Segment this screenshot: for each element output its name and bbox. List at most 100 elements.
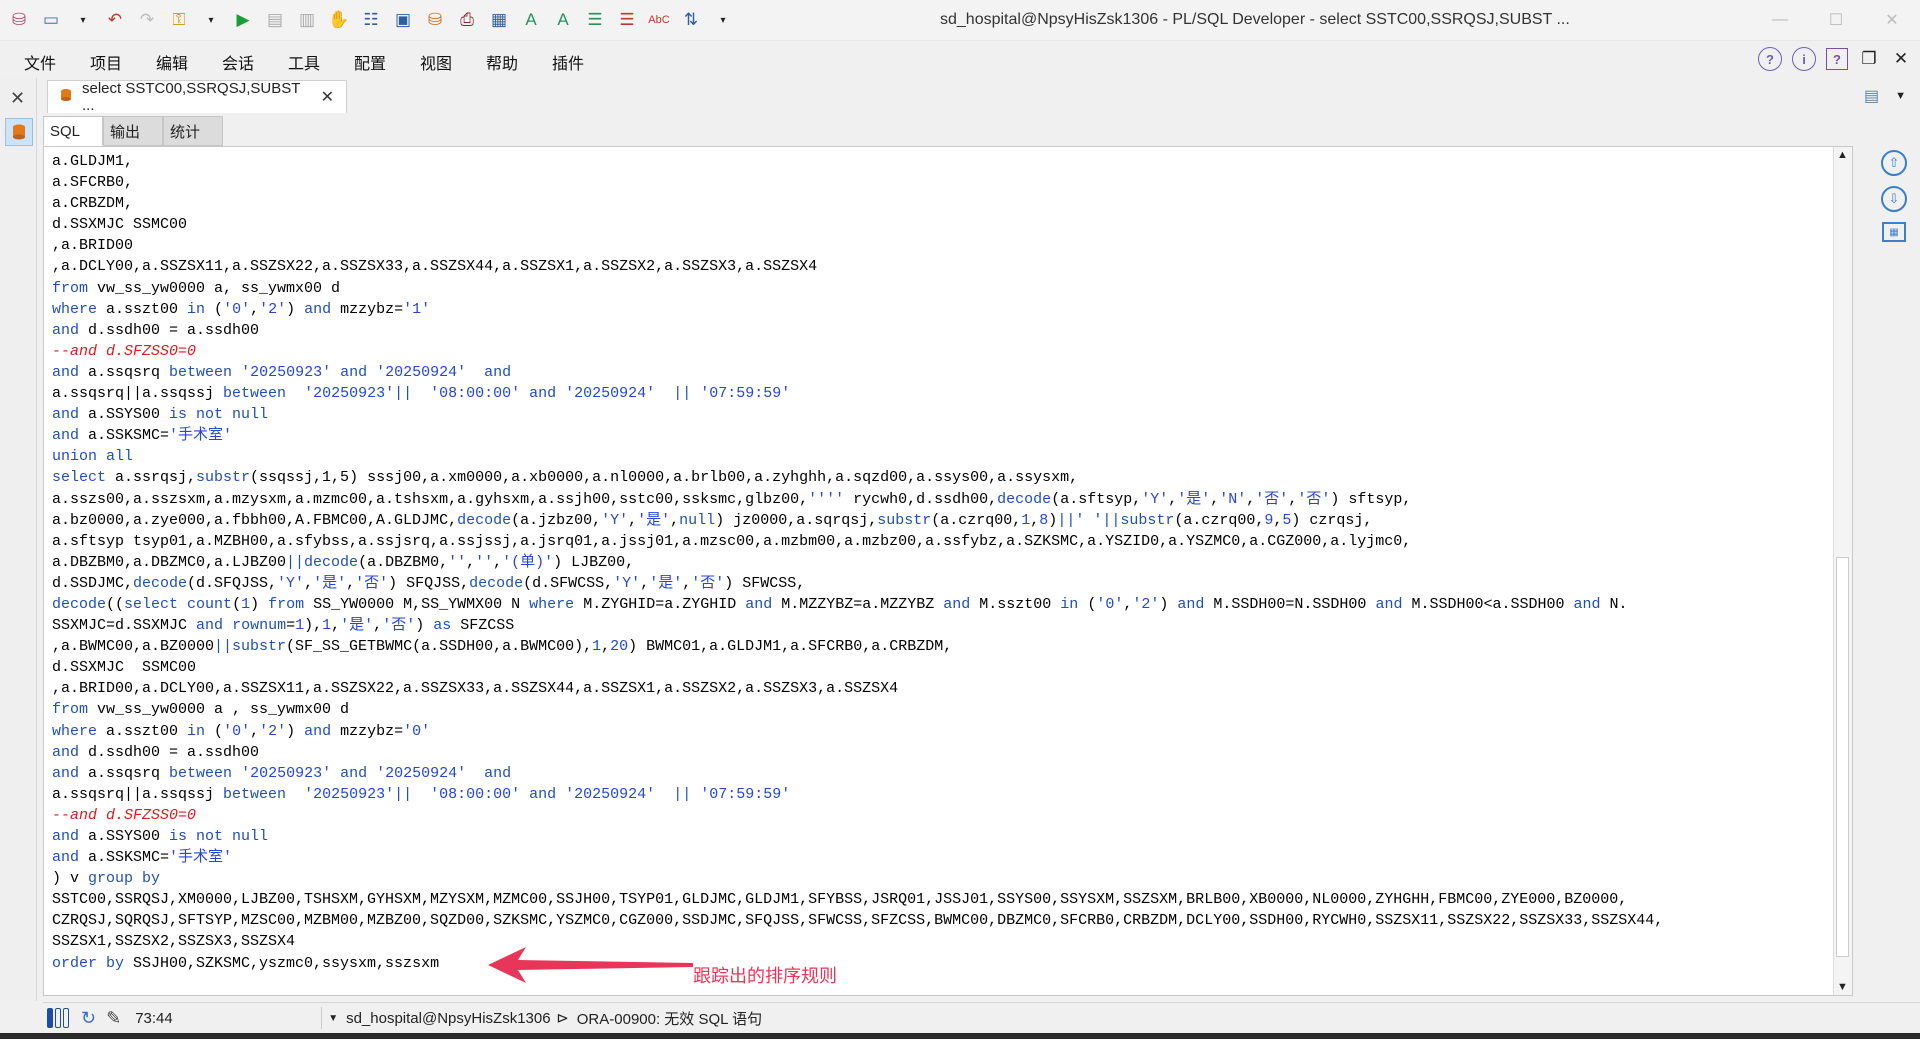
code-line[interactable]: --and d.SFZSS0=0: [52, 805, 1663, 826]
code-line[interactable]: a.CRBZDM,: [52, 193, 1663, 214]
scroll-bottom-icon[interactable]: ⇩: [1881, 186, 1907, 212]
code-line[interactable]: select a.ssrqsj,substr(ssqssj,1,5) sssj0…: [52, 467, 1663, 488]
menu-tools[interactable]: 工具: [288, 50, 354, 74]
menu-view[interactable]: 视图: [420, 50, 486, 74]
code-line[interactable]: and a.SSKSMC='手术室': [52, 425, 1663, 446]
restore-window-icon[interactable]: ❐: [1858, 49, 1880, 69]
code-line[interactable]: a.ssqsrq||a.ssqssj between '20250923'|| …: [52, 784, 1663, 805]
new-window-icon[interactable]: ▭: [38, 8, 64, 32]
code-line[interactable]: d.SSXMJC SSMC00: [52, 657, 1663, 678]
code-line[interactable]: union all: [52, 446, 1663, 467]
status-separator: [321, 1007, 323, 1029]
scroll-thumb[interactable]: [1836, 557, 1849, 957]
settings-sliders-icon[interactable]: ☷: [358, 8, 384, 32]
menu-edit[interactable]: 编辑: [156, 50, 222, 74]
code-line[interactable]: SSTC00,SSRQSJ,XM0000,LJBZ00,TSHSXM,GYHSX…: [52, 889, 1663, 910]
code-line[interactable]: ) v group by: [52, 868, 1663, 889]
print-icon[interactable]: ⎙: [454, 8, 480, 32]
code-line[interactable]: where a.sszt00 in ('0','2') and mzzybz='…: [52, 299, 1663, 320]
code-line[interactable]: a.GLDJM1,: [52, 151, 1663, 172]
code-line[interactable]: ,a.BWMC00,a.BZ0000||substr(SF_SS_GETBWMC…: [52, 636, 1663, 657]
code-line[interactable]: ,a.BRID00,a.DCLY00,a.SSZSX11,a.SSZSX22,a…: [52, 678, 1663, 699]
close-document-icon[interactable]: ✕: [1890, 49, 1912, 69]
code-line[interactable]: from vw_ss_yw0000 a, ss_ywmx00 d: [52, 278, 1663, 299]
tab-sql[interactable]: SQL: [43, 116, 103, 146]
code-line[interactable]: and a.SSKSMC='手术室': [52, 847, 1663, 868]
code-line[interactable]: SSZSX1,SSZSX2,SSZSX3,SSZSX4: [52, 931, 1663, 952]
code-line[interactable]: decode((select count(1) from SS_YW0000 M…: [52, 594, 1663, 615]
commit-icon[interactable]: ▤: [262, 8, 288, 32]
menu-file[interactable]: 文件: [24, 50, 90, 74]
break-icon[interactable]: ✋: [326, 8, 352, 32]
code-line[interactable]: and d.ssdh00 = a.ssdh00: [52, 742, 1663, 763]
close-icon[interactable]: ✕: [1864, 0, 1920, 40]
code-line[interactable]: order by SSJH00,SZKSMC,yszmc0,ssysxm,ssz…: [52, 953, 1663, 974]
maximize-icon[interactable]: ☐: [1808, 0, 1864, 40]
menu-config[interactable]: 配置: [354, 50, 420, 74]
menu-session[interactable]: 会话: [222, 50, 288, 74]
info-icon[interactable]: i: [1792, 47, 1816, 71]
spellcheck-icon[interactable]: AbC: [646, 8, 672, 32]
code-line[interactable]: and a.ssqsrq between '20250923' and '202…: [52, 763, 1663, 784]
code-line[interactable]: and a.SSYS00 is not null: [52, 404, 1663, 425]
code-line[interactable]: CZRQSJ,SQRQSJ,SFTSYP,MZSC00,MZBM00,MZBZ0…: [52, 910, 1663, 931]
sql-code[interactable]: a.GLDJM1, a.SFCRB0, a.CRBZDM, d.SSXMJC SSMC…: [52, 151, 1663, 974]
menu-project[interactable]: 项目: [90, 50, 156, 74]
code-line[interactable]: SSXMJC=d.SSXMJC and rownum=1),1,'是','否')…: [52, 615, 1663, 636]
menu-help[interactable]: 帮助: [486, 50, 552, 74]
key-icon[interactable]: ⚿: [166, 8, 192, 32]
sql-window-icon[interactable]: [5, 118, 33, 146]
code-line[interactable]: a.ssqsrq||a.ssqssj between '20250923'|| …: [52, 383, 1663, 404]
refresh-icon[interactable]: ↻: [81, 1008, 96, 1029]
dropdown-icon[interactable]: ▾: [70, 8, 96, 32]
code-line[interactable]: a.sszs00,a.sszsxm,a.mzysxm,a.mzmc00,a.ts…: [52, 489, 1663, 510]
close-panel-icon[interactable]: ✕: [10, 88, 25, 109]
sql-document-tab[interactable]: select SSTC00,SSRQSJ,SUBST ... ✕: [47, 80, 347, 114]
execute-icon[interactable]: ▶: [230, 8, 256, 32]
connection-selector[interactable]: ▼ sd_hospital@NpsyHisZsk1306: [328, 1010, 556, 1027]
code-line[interactable]: from vw_ss_yw0000 a , ss_ywmx00 d: [52, 699, 1663, 720]
code-line[interactable]: a.bz0000,a.zye000,a.fbbh00,A.FBMC00,A.GL…: [52, 510, 1663, 531]
sql-document-icon: [58, 87, 74, 107]
context-help-icon[interactable]: ?: [1826, 48, 1848, 70]
rollback-icon[interactable]: ▥: [294, 8, 320, 32]
scroll-down-icon[interactable]: ▼: [1837, 981, 1848, 993]
code-line[interactable]: ,a.BRID00: [52, 235, 1663, 256]
undo-icon[interactable]: ↶: [102, 8, 128, 32]
code-line[interactable]: a.DBZBM0,a.DBZMC0,a.LJBZ00||decode(a.DBZ…: [52, 552, 1663, 573]
toolbar-dropdown-icon[interactable]: ▾: [710, 8, 736, 32]
code-line[interactable]: a.SFCRB0,: [52, 172, 1663, 193]
code-line[interactable]: where a.sszt00 in ('0','2') and mzzybz='…: [52, 721, 1663, 742]
window-list-icon[interactable]: ▤: [1864, 86, 1879, 106]
code-line[interactable]: d.SSXMJC SSMC00: [52, 214, 1663, 235]
code-line[interactable]: a.sftsyp tsyp01,a.MZBH00,a.sfybss,a.ssjs…: [52, 531, 1663, 552]
sort-icon[interactable]: ⇅: [678, 8, 704, 32]
scroll-up-icon[interactable]: ▲: [1837, 149, 1848, 161]
scroll-top-icon[interactable]: ⇧: [1881, 150, 1907, 176]
code-line[interactable]: and a.SSYS00 is not null: [52, 826, 1663, 847]
dropdown-icon[interactable]: ▾: [198, 8, 224, 32]
tab-output[interactable]: 输出: [103, 116, 163, 146]
font-a-icon[interactable]: A: [518, 8, 544, 32]
code-line[interactable]: ,a.DCLY00,a.SSZSX11,a.SSZSX22,a.SSZSX33,…: [52, 256, 1663, 277]
minimize-icon[interactable]: —: [1752, 0, 1808, 40]
document-icon[interactable]: ▣: [390, 8, 416, 32]
tab-close-icon[interactable]: ✕: [321, 87, 334, 107]
vertical-scrollbar[interactable]: ▲ ▼: [1833, 147, 1852, 995]
code-line[interactable]: and a.ssqsrq between '20250923' and '202…: [52, 362, 1663, 383]
database-icon[interactable]: ⛁: [422, 8, 448, 32]
tab-statistics[interactable]: 统计: [163, 116, 223, 146]
code-line[interactable]: --and d.SFZSS0=0: [52, 341, 1663, 362]
unindent-icon[interactable]: ☰: [614, 8, 640, 32]
redo-icon[interactable]: ↷: [134, 8, 160, 32]
indent-icon[interactable]: ☰: [582, 8, 608, 32]
report-icon[interactable]: ▦: [486, 8, 512, 32]
grid-view-icon[interactable]: ▦: [1882, 222, 1906, 242]
font-a-alt-icon[interactable]: A: [550, 8, 576, 32]
sql-editor[interactable]: a.GLDJM1, a.SFCRB0, a.CRBZDM, d.SSXMJC SSMC…: [43, 146, 1853, 996]
code-line[interactable]: and d.ssdh00 = a.ssdh00: [52, 320, 1663, 341]
code-line[interactable]: d.SSDJMC,decode(d.SFQJSS,'Y','是','否') SF…: [52, 573, 1663, 594]
help-icon[interactable]: ?: [1758, 47, 1782, 71]
menu-plugins[interactable]: 插件: [552, 50, 618, 74]
tab-dropdown-icon[interactable]: ▼: [1895, 90, 1906, 102]
